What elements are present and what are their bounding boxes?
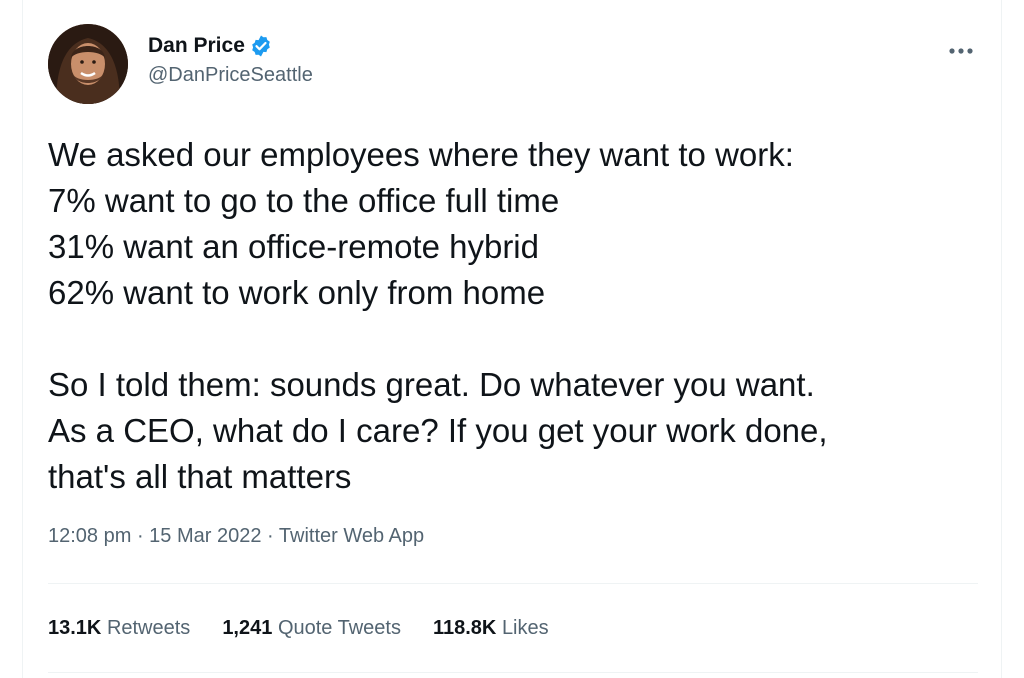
tweet-date[interactable]: 15 Mar 2022 — [149, 525, 261, 547]
tweet-text: We asked our employees where they want t… — [48, 136, 828, 495]
meta-separator: · — [261, 525, 279, 547]
verified-badge-icon — [249, 34, 273, 58]
stats-divider-bottom — [48, 672, 978, 673]
author-name-row: Dan Price — [148, 32, 313, 60]
tweet-card: Dan Price @DanPriceSeattle We asked our … — [0, 0, 1024, 678]
stats-divider-top — [48, 583, 978, 584]
card-left-border — [22, 0, 23, 678]
quote-tweets-label: Quote Tweets — [277, 617, 401, 639]
more-options-icon — [949, 48, 973, 54]
author-display-name[interactable]: Dan Price — [148, 34, 245, 58]
tweet-metadata: 12:08 pm · 15 Mar 2022 · Twitter Web App — [48, 525, 424, 548]
author-handle[interactable]: @DanPriceSeattle — [148, 64, 313, 87]
retweets-count: 13.1K — [48, 617, 102, 639]
tweet-stats: 13.1K Retweets 1,241 Quote Tweets 118.8K… — [48, 617, 581, 640]
retweets-stat[interactable]: 13.1K Retweets — [48, 617, 190, 640]
likes-count: 118.8K — [432, 617, 497, 639]
avatar[interactable] — [48, 24, 128, 104]
more-options-button[interactable] — [944, 34, 978, 68]
likes-stat[interactable]: 118.8K Likes — [433, 617, 549, 640]
tweet-time[interactable]: 12:08 pm — [48, 525, 131, 547]
likes-label: Likes — [501, 617, 549, 639]
quote-tweets-count: 1,241 — [222, 617, 273, 639]
tweet-source[interactable]: Twitter Web App — [279, 525, 424, 547]
card-right-border — [1001, 0, 1002, 678]
author-identity: Dan Price @DanPriceSeattle — [148, 32, 313, 87]
retweets-label: Retweets — [106, 617, 191, 639]
avatar-photo — [48, 24, 128, 104]
quote-tweets-stat[interactable]: 1,241 Quote Tweets — [222, 617, 401, 640]
tweet-header: Dan Price @DanPriceSeattle — [48, 24, 978, 104]
meta-separator: · — [131, 525, 150, 547]
